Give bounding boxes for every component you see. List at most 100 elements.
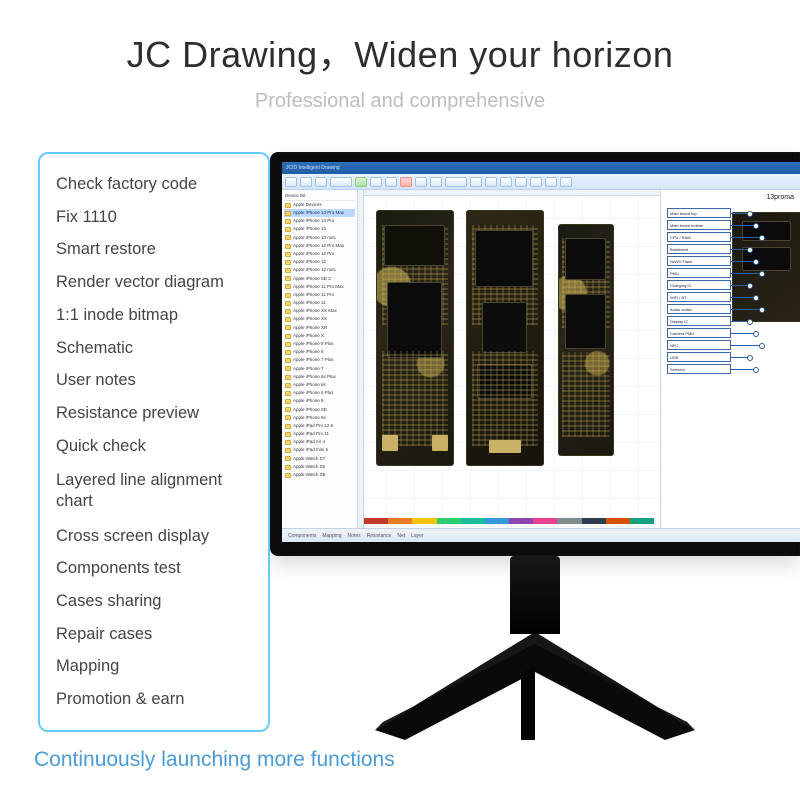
color-swatch[interactable] [582, 518, 606, 524]
color-swatch[interactable] [388, 518, 412, 524]
feature-item: Cases sharing [56, 585, 252, 618]
schematic-block[interactable]: Main board bottom [667, 220, 731, 230]
schematic-block[interactable]: NAND Flash [667, 256, 731, 266]
color-swatch[interactable] [485, 518, 509, 524]
tree-item[interactable]: Apple iPhone 8 [284, 348, 355, 356]
tree-item[interactable]: Apple iPhone 8 Plus [284, 340, 355, 348]
color-swatch[interactable] [461, 518, 485, 524]
tree-item[interactable]: Apple iPhone 6 [284, 398, 355, 406]
tree-item[interactable]: Apple iPhone 13 Pro Max [284, 209, 355, 217]
tree-item-label: Apple iPhone XR [293, 326, 327, 331]
toolbar-button[interactable] [500, 177, 512, 187]
tree-item[interactable]: Apple iPhone 11 Pro Max [284, 283, 355, 291]
tree-item[interactable]: Apple iPhone 13 mini [284, 234, 355, 242]
color-swatch[interactable] [437, 518, 461, 524]
tree-item[interactable]: Apple iPhone 12 mini [284, 267, 355, 275]
tree-item-label: Apple iPhone 6s Plus [293, 375, 336, 380]
folder-icon [285, 391, 291, 396]
toolbar-button[interactable] [315, 177, 327, 187]
toolbar-button[interactable] [285, 177, 297, 187]
toolbar-button[interactable] [560, 177, 572, 187]
toolbar-button[interactable] [355, 177, 367, 187]
schematic-panel[interactable]: 13proma Main board topMain board bottomC… [660, 190, 800, 528]
pcb-board[interactable] [376, 210, 454, 466]
tree-item[interactable]: Apple iPhone 11 [284, 299, 355, 307]
device-tree[interactable]: Device list Apple DevicesApple iPhone 13… [282, 190, 358, 528]
tree-item[interactable]: Apple Watch SE [284, 471, 355, 479]
tree-item[interactable]: Apple Watch S6 [284, 463, 355, 471]
tree-item-label: Apple iPhone SE [293, 408, 327, 413]
tree-item-label: Apple Watch S7 [293, 457, 325, 462]
schematic-block[interactable]: PMU [667, 268, 731, 278]
tree-item[interactable]: Apple iPhone 6s [284, 381, 355, 389]
color-swatch[interactable] [606, 518, 630, 524]
pcb-board[interactable] [558, 224, 614, 456]
color-swatch[interactable] [557, 518, 581, 524]
folder-icon [285, 244, 291, 249]
schematic-block[interactable]: Display IC [667, 316, 731, 326]
layer-color-swatches[interactable] [364, 518, 654, 524]
toolbar-button[interactable] [545, 177, 557, 187]
schematic-block[interactable]: NFC [667, 340, 731, 350]
tree-item[interactable]: Apple iPhone XR [284, 324, 355, 332]
schematic-block[interactable]: Charging IC [667, 280, 731, 290]
toolbar-button[interactable] [470, 177, 482, 187]
toolbar-button[interactable] [515, 177, 527, 187]
schematic-block[interactable]: CPU / RAM [667, 232, 731, 242]
tree-item[interactable]: Apple iPhone SE 2 [284, 275, 355, 283]
tree-item[interactable]: Apple iPhone XS Max [284, 307, 355, 315]
feature-item: Promotion & earn [56, 683, 252, 716]
tree-item[interactable]: Apple iPhone XS [284, 316, 355, 324]
tree-item[interactable]: Apple iPhone 13 Pro [284, 217, 355, 225]
tree-item[interactable]: Apple iPhone 6s Plus [284, 373, 355, 381]
tree-item[interactable]: Apple iPad Air 4 [284, 438, 355, 446]
toolbar-button[interactable] [445, 177, 467, 187]
tree-item[interactable]: Apple iPhone 12 Pro [284, 250, 355, 258]
link-line [731, 321, 751, 322]
toolbar-button[interactable] [385, 177, 397, 187]
pcb-canvas[interactable] [358, 190, 660, 528]
folder-icon [285, 203, 291, 208]
toolbar-button[interactable] [530, 177, 542, 187]
color-swatch[interactable] [364, 518, 388, 524]
toolbar-button[interactable] [430, 177, 442, 187]
tree-item[interactable]: Apple iPhone 12 Pro Max [284, 242, 355, 250]
schematic-block[interactable]: Main board top [667, 208, 731, 218]
schematic-block[interactable]: WiFi / BT [667, 292, 731, 302]
tree-item-label: Apple Devices [293, 203, 322, 208]
folder-icon [285, 456, 291, 461]
tree-item[interactable]: Apple iPad Pro 11 [284, 430, 355, 438]
schematic-block[interactable]: Baseband [667, 244, 731, 254]
schematic-block[interactable]: Camera PMU [667, 328, 731, 338]
color-swatch[interactable] [509, 518, 533, 524]
tree-item[interactable]: Apple iPhone 11 Pro [284, 291, 355, 299]
tree-item[interactable]: Apple Watch S7 [284, 455, 355, 463]
toolbar-button[interactable] [300, 177, 312, 187]
tree-item[interactable]: Apple iPhone X [284, 332, 355, 340]
tree-item[interactable]: Apple iPhone 7 [284, 365, 355, 373]
toolbar-button[interactable] [400, 177, 412, 187]
color-swatch[interactable] [412, 518, 436, 524]
color-swatch[interactable] [533, 518, 557, 524]
toolbar-button[interactable] [330, 177, 352, 187]
tree-item[interactable]: Apple iPhone 13 [284, 226, 355, 234]
folder-icon [285, 375, 291, 380]
ruler-vertical [358, 190, 364, 528]
tree-item[interactable]: Apple iPhone 7 Plus [284, 357, 355, 365]
folder-icon [285, 219, 291, 224]
tree-item[interactable]: Apple iPhone 5s [284, 414, 355, 422]
toolbar-button[interactable] [370, 177, 382, 187]
schematic-block[interactable]: Audio codec [667, 304, 731, 314]
schematic-block[interactable]: USB [667, 352, 731, 362]
schematic-block[interactable]: Sensors [667, 364, 731, 374]
tree-item[interactable]: Apple iPad mini 6 [284, 447, 355, 455]
color-swatch[interactable] [630, 518, 654, 524]
tree-item[interactable]: Apple iPhone SE [284, 406, 355, 414]
toolbar-button[interactable] [485, 177, 497, 187]
pcb-board[interactable] [466, 210, 544, 466]
tree-item[interactable]: Apple Devices [284, 201, 355, 209]
tree-item[interactable]: Apple iPhone 12 [284, 258, 355, 266]
toolbar-button[interactable] [415, 177, 427, 187]
tree-item[interactable]: Apple iPad Pro 12.9 [284, 422, 355, 430]
tree-item[interactable]: Apple iPhone 6 Plus [284, 389, 355, 397]
